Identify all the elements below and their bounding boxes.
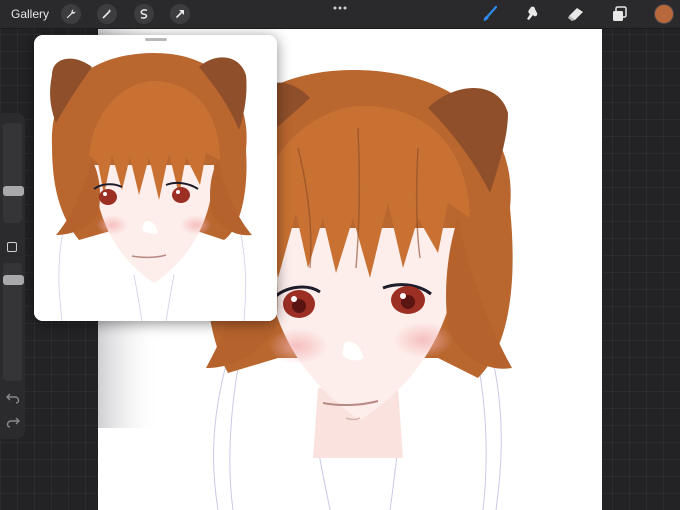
gallery-button[interactable]: Gallery — [11, 7, 49, 21]
brush-size-slider[interactable] — [3, 123, 22, 223]
redo-icon[interactable] — [6, 416, 20, 428]
more-options-icon[interactable] — [332, 4, 348, 12]
smudge-icon[interactable] — [522, 4, 542, 24]
selection-icon[interactable] — [134, 4, 154, 24]
brush-icon[interactable] — [480, 4, 500, 24]
eraser-icon[interactable] — [566, 4, 586, 24]
wrench-icon[interactable] — [61, 4, 81, 24]
reference-drag-handle[interactable] — [145, 38, 167, 41]
transform-arrow-icon[interactable] — [170, 4, 190, 24]
left-sidebar — [0, 113, 25, 439]
brush-size-thumb[interactable] — [3, 186, 24, 196]
reference-window[interactable] — [34, 35, 277, 321]
top-toolbar: Gallery — [0, 0, 680, 29]
layers-icon[interactable] — [610, 4, 630, 24]
reference-image — [34, 35, 277, 321]
color-picker-button[interactable] — [655, 5, 673, 23]
magic-wand-icon[interactable] — [97, 4, 117, 24]
opacity-thumb[interactable] — [3, 275, 24, 285]
undo-icon[interactable] — [6, 392, 20, 404]
modify-button[interactable] — [7, 242, 17, 252]
